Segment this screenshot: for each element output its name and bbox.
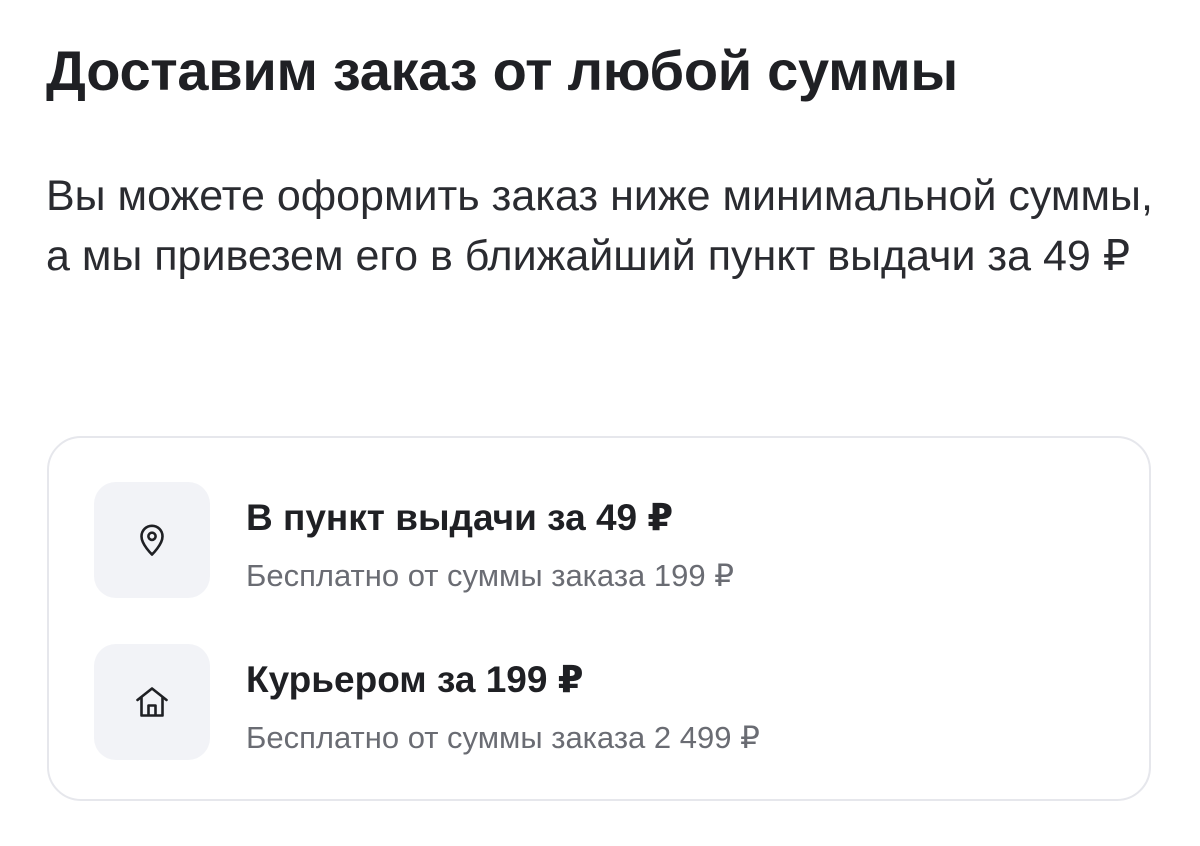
- location-pin-icon: [137, 523, 167, 557]
- pickup-icon-box: [94, 482, 210, 598]
- sheet-title: Доставим заказ от любой суммы: [46, 39, 958, 102]
- home-icon: [134, 685, 170, 719]
- courier-icon-box: [94, 644, 210, 760]
- option-title: Курьером за 199 ₽: [246, 659, 584, 700]
- option-subtitle: Бесплатно от суммы заказа 199 ₽: [246, 558, 734, 593]
- option-pickup-point: В пункт выдачи за 49 ₽ Бесплатно от сумм…: [94, 482, 1094, 598]
- option-title: В пункт выдачи за 49 ₽: [246, 497, 674, 538]
- delivery-info-sheet: Доставим заказ от любой суммы Вы можете …: [0, 0, 1200, 846]
- delivery-options-card: В пункт выдачи за 49 ₽ Бесплатно от сумм…: [47, 436, 1151, 801]
- sheet-description: Вы можете оформить заказ ниже минимально…: [46, 172, 1153, 280]
- option-courier: Курьером за 199 ₽ Бесплатно от суммы зак…: [94, 644, 1094, 760]
- option-subtitle: Бесплатно от суммы заказа 2 499 ₽: [246, 720, 760, 755]
